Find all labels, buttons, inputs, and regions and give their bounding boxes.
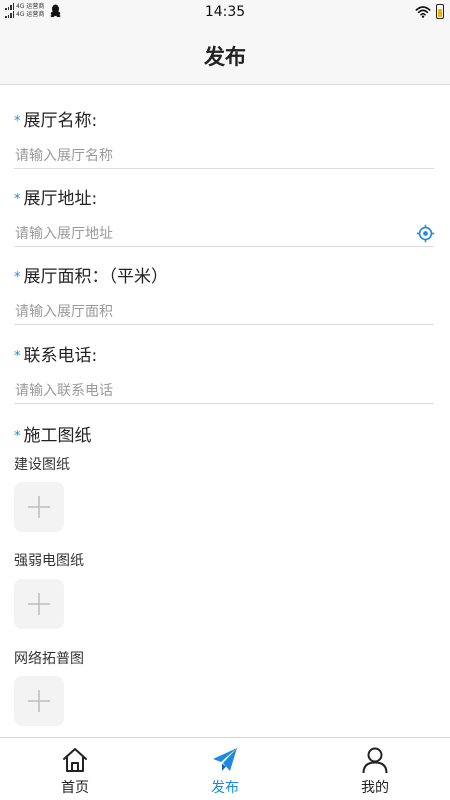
hall-name-input[interactable]: [14, 143, 434, 169]
user-icon: [362, 747, 388, 774]
drawings-section-label: * 施工图纸: [14, 421, 92, 446]
bottom-tab-bar: 首页 发布 我的: [0, 737, 450, 800]
required-mark: *: [14, 192, 21, 207]
wifi-icon: [415, 5, 431, 18]
tab-home-label: 首页: [61, 780, 89, 796]
required-mark: *: [14, 270, 21, 285]
field-label-text: 展厅名称:: [23, 111, 98, 131]
required-mark: *: [14, 429, 21, 444]
location-icon[interactable]: [416, 224, 435, 243]
plus-icon: [28, 496, 50, 518]
page-header: 发布: [0, 24, 450, 85]
tab-publish[interactable]: 发布: [150, 738, 300, 800]
field-label-text: 联系电话:: [23, 346, 98, 366]
field-label-text: 展厅面积：（平米）: [23, 267, 169, 287]
tab-home[interactable]: 首页: [0, 738, 150, 800]
status-bar: 4G 运营商 4G 运营商 14:35: [0, 0, 450, 24]
electrical-drawing-label: 强弱电图纸: [14, 553, 84, 569]
field-label: * 展厅地址:: [14, 184, 97, 209]
field-label: * 展厅名称:: [14, 106, 97, 131]
drawings-section-text: 施工图纸: [23, 426, 92, 446]
construction-drawing-label: 建设图纸: [14, 457, 70, 473]
field-label: * 联系电话:: [14, 341, 97, 366]
page-title: 发布: [204, 45, 246, 69]
contact-phone-input[interactable]: [14, 378, 434, 404]
status-right: [415, 4, 444, 19]
status-time: 14:35: [204, 4, 246, 20]
network-topology-label: 网络拓普图: [14, 651, 84, 667]
home-icon: [63, 748, 87, 772]
field-label-text: 展厅地址:: [23, 189, 98, 209]
tab-publish-label: 发布: [211, 780, 239, 796]
electrical-drawing-upload-button[interactable]: [14, 579, 64, 629]
required-mark: *: [14, 114, 21, 129]
tab-mine[interactable]: 我的: [300, 738, 450, 800]
network-topology-upload-button[interactable]: [14, 676, 64, 726]
tab-mine-label: 我的: [361, 780, 389, 796]
plus-icon: [28, 593, 50, 615]
battery-icon: [436, 4, 444, 19]
hall-area-input[interactable]: [14, 299, 434, 325]
paper-plane-icon: [213, 748, 237, 771]
plus-icon: [28, 690, 50, 712]
field-label: * 展厅面积：（平米）: [14, 262, 168, 287]
required-mark: *: [14, 349, 21, 364]
hall-address-input[interactable]: [14, 221, 434, 247]
construction-drawing-upload-button[interactable]: [14, 482, 64, 532]
